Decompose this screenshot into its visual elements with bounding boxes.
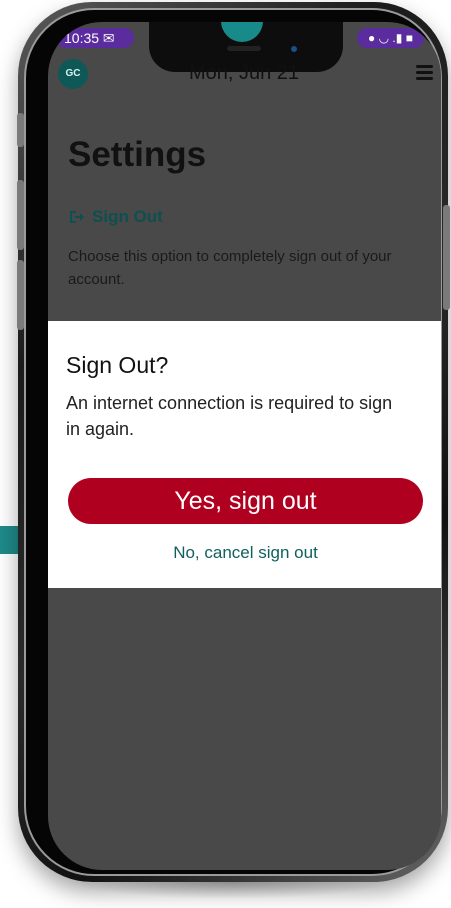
cancel-sign-out-link[interactable]: No, cancel sign out [68, 541, 423, 565]
phone-mockup-stage: 10:35 ✉ ● ◡ .▮ ■ GC Mon, Jun 21 Settings… [0, 0, 451, 908]
sign-out-description: Choose this option to completely sign ou… [68, 248, 392, 288]
phone-power-button [443, 205, 450, 310]
status-time-label: 10:35 ✉ [56, 28, 134, 48]
phone-volume-up-button [17, 180, 24, 250]
sign-out-icon [70, 211, 84, 223]
sign-out-dialog: Sign Out? An internet connection is requ… [48, 321, 441, 588]
phone-screen: 10:35 ✉ ● ◡ .▮ ■ GC Mon, Jun 21 Settings… [48, 22, 441, 870]
page-title: Settings [68, 135, 207, 174]
phone-side-button [17, 113, 24, 147]
dialog-title: Sign Out? [66, 352, 169, 378]
sign-out-option-label: Sign Out [92, 207, 163, 226]
menu-line-icon [416, 71, 433, 74]
avatar[interactable]: GC [58, 59, 88, 89]
phone-volume-down-button [17, 260, 24, 330]
header-date: Mon, Jun 21 [188, 62, 300, 84]
status-icons: ● ◡ .▮ ■ [357, 28, 424, 48]
menu-line-icon [416, 77, 433, 80]
camera-icon [291, 46, 297, 52]
sign-out-option[interactable]: Sign Out [68, 205, 163, 229]
confirm-sign-out-button[interactable]: Yes, sign out [68, 478, 423, 524]
menu-line-icon [416, 65, 433, 68]
phone-speaker-icon [227, 46, 261, 51]
app-header: GC Mon, Jun 21 [48, 58, 441, 90]
dialog-message: An internet connection is required to si… [66, 393, 393, 439]
hamburger-menu-icon[interactable] [416, 65, 433, 81]
